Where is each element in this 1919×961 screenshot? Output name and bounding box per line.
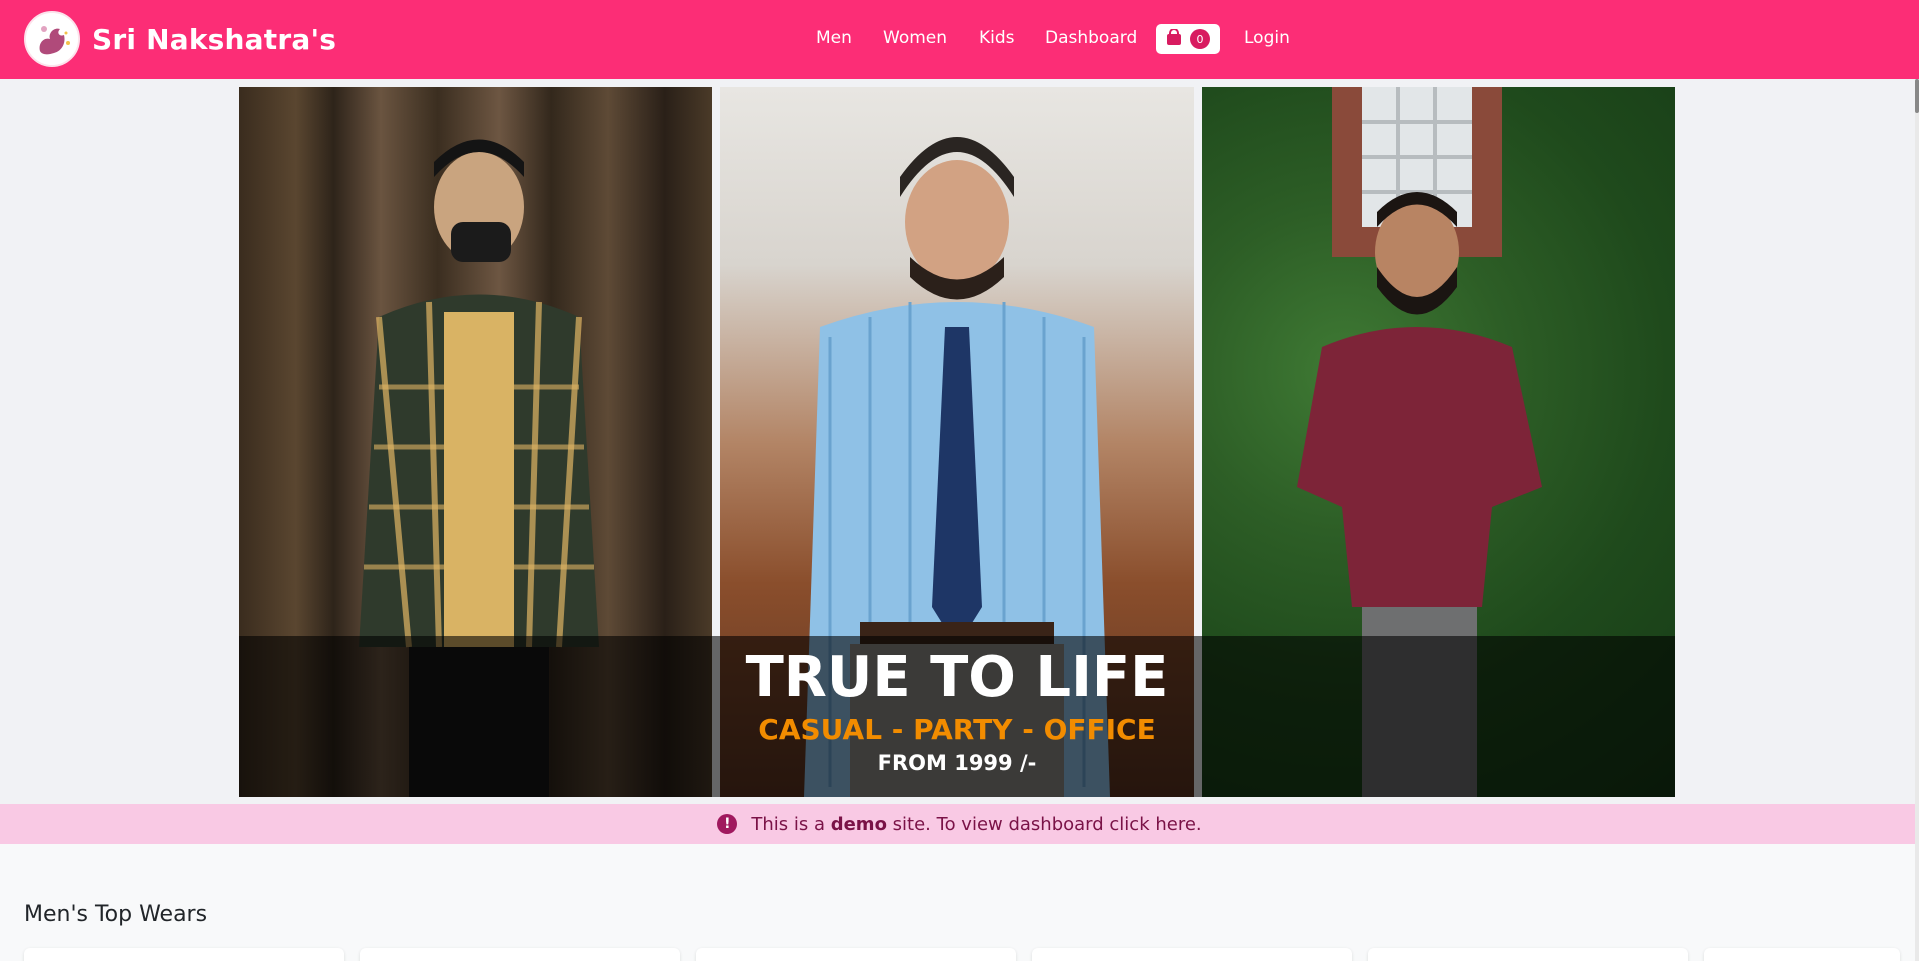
exclamation-circle-icon: ! — [717, 814, 738, 834]
hero-title: TRUE TO LIFE — [745, 645, 1169, 710]
scrollbar-thumb[interactable] — [1915, 79, 1919, 113]
cart-count-badge: 0 — [1190, 29, 1210, 49]
shopping-bag-icon — [1166, 27, 1182, 50]
product-card[interactable] — [1032, 948, 1352, 961]
product-card[interactable] — [1368, 948, 1688, 961]
demo-alert[interactable]: ! This is a demo site. To view dashboard… — [0, 804, 1919, 844]
nav-kids[interactable]: Kids — [979, 28, 1015, 48]
nav-dashboard[interactable]: Dashboard — [1045, 28, 1137, 48]
section-title: Men's Top Wears — [24, 902, 208, 927]
hero-price: FROM 1999 /- — [877, 751, 1037, 775]
main-nav: Men Women Kids Dashboard 0 Login — [0, 24, 1919, 56]
product-card[interactable] — [696, 948, 1016, 961]
product-card[interactable] — [1704, 948, 1900, 961]
alert-prefix: This is a — [751, 813, 825, 835]
alert-bold: demo — [830, 813, 887, 835]
nav-men[interactable]: Men — [816, 28, 852, 48]
nav-women[interactable]: Women — [883, 28, 947, 48]
product-card[interactable] — [24, 948, 344, 961]
nav-login[interactable]: Login — [1244, 28, 1290, 48]
navbar: Sri Nakshatra's Men Women Kids Dashboard… — [0, 0, 1919, 79]
product-card[interactable] — [360, 948, 680, 961]
hero-carousel: TRUE TO LIFE CASUAL - PARTY - OFFICE FRO… — [0, 79, 1919, 804]
scrollbar-track[interactable] — [1915, 79, 1919, 961]
alert-suffix: site. To view dashboard click here. — [892, 813, 1202, 835]
cart-button[interactable]: 0 — [1156, 24, 1220, 54]
hero-subtitle: CASUAL - PARTY - OFFICE — [758, 713, 1156, 746]
